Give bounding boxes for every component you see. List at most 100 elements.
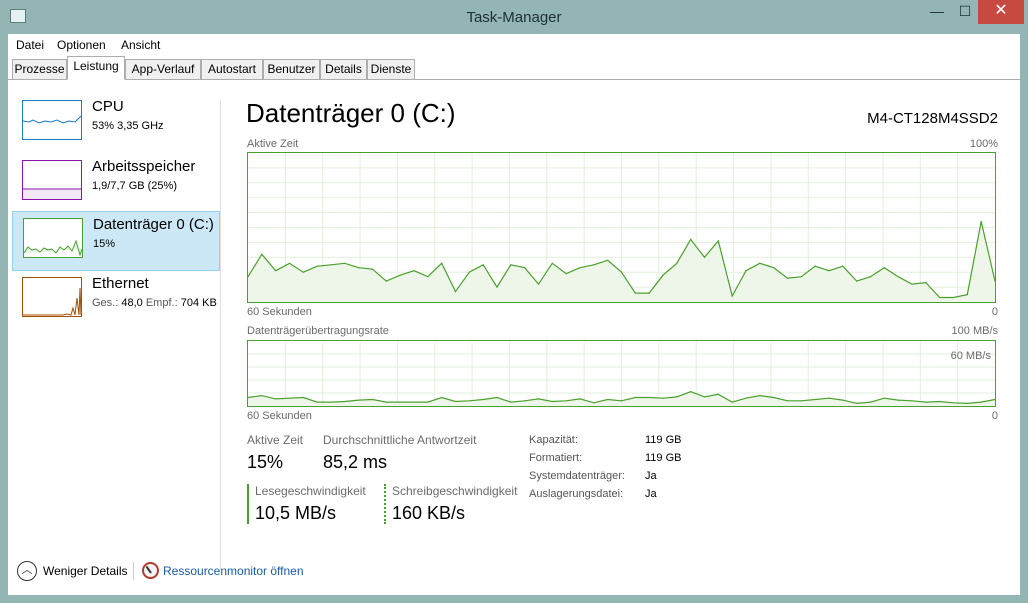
minimize-button[interactable]: — bbox=[920, 0, 954, 24]
response-time-label: Durchschnittliche Antwortzeit bbox=[323, 433, 477, 447]
menu-datei[interactable]: Datei bbox=[16, 38, 44, 52]
data-point-33 bbox=[703, 256, 706, 258]
data-point-20 bbox=[524, 400, 526, 402]
data-point-26 bbox=[607, 259, 609, 261]
data-point-49 bbox=[925, 282, 927, 284]
active-time-chart bbox=[248, 153, 995, 302]
task-manager-window: Task-Manager — ☐ ✕ Datei Optionen Ansich… bbox=[0, 0, 1028, 603]
maximize-button[interactable]: ☐ bbox=[950, 0, 980, 24]
tab-details[interactable]: Details bbox=[320, 59, 367, 79]
menu-ansicht[interactable]: Ansicht bbox=[121, 38, 160, 52]
data-point-34 bbox=[717, 240, 719, 242]
sidebar-item-disk[interactable]: Datenträger 0 (C:) 15% bbox=[12, 211, 220, 271]
data-point-42 bbox=[828, 270, 830, 272]
data-point-21 bbox=[537, 398, 540, 400]
read-speed-value: 10,5 MB/s bbox=[255, 503, 337, 523]
data-point-23 bbox=[565, 400, 567, 402]
tab-app-verlauf[interactable]: App-Verlauf bbox=[125, 59, 201, 79]
data-point-37 bbox=[759, 395, 761, 397]
tab-prozesse[interactable]: Prozesse bbox=[12, 59, 67, 79]
resource-monitor-link[interactable]: Ressourcenmonitor öffnen bbox=[163, 564, 304, 578]
window-title: Task-Manager bbox=[466, 9, 562, 26]
data-point-46 bbox=[883, 267, 885, 269]
memory-thumbnail bbox=[22, 160, 82, 200]
data-point-12 bbox=[413, 401, 415, 403]
write-speed-label: Schreibgeschwindigkeit bbox=[392, 484, 518, 498]
data-point-25 bbox=[593, 264, 595, 266]
data-point-17 bbox=[482, 398, 484, 401]
data-point-19 bbox=[510, 401, 512, 403]
data-point-7 bbox=[344, 400, 346, 403]
capacity-label: Kapazität: bbox=[529, 434, 578, 446]
sidebar-item-cpu[interactable]: CPU 53% 3,35 GHz bbox=[12, 94, 220, 154]
data-point-29 bbox=[648, 292, 650, 294]
data-point-12 bbox=[413, 270, 415, 272]
title-bar[interactable]: Task-Manager — ☐ ✕ bbox=[0, 0, 1028, 34]
menu-optionen[interactable]: Optionen bbox=[57, 38, 106, 52]
received-label: Empf.: bbox=[145, 297, 178, 309]
tab-benutzer[interactable]: Benutzer bbox=[263, 59, 320, 79]
sidebar-item-ethernet[interactable]: Ethernet Ges.: 48,0 Empf.: 704 KB bbox=[12, 271, 220, 331]
data-point-24 bbox=[579, 267, 581, 269]
sidebar-item-value: 15% bbox=[93, 238, 116, 250]
data-point-13 bbox=[427, 276, 429, 278]
read-speed-label: Lesegeschwindigkeit bbox=[255, 484, 366, 498]
data-point-6 bbox=[330, 401, 332, 403]
tab-dienste[interactable]: Dienste bbox=[367, 59, 415, 79]
sent-value: 48,0 bbox=[121, 297, 143, 309]
data-point-15 bbox=[454, 291, 457, 293]
write-speed-value: 160 KB/s bbox=[392, 503, 466, 523]
disk-thumbnail bbox=[23, 218, 83, 258]
tab-leistung[interactable]: Leistung bbox=[67, 56, 125, 80]
sent-label: Ges.: bbox=[92, 297, 119, 309]
write-speed-bar bbox=[384, 484, 386, 524]
data-point-38 bbox=[773, 396, 775, 399]
page-file-value: Ja bbox=[645, 488, 657, 500]
ethernet-thumbnail bbox=[22, 277, 82, 317]
data-point-14 bbox=[441, 262, 443, 264]
sidebar-item-label: CPU bbox=[92, 98, 124, 115]
data-point-16 bbox=[468, 400, 470, 402]
data-point-50 bbox=[939, 296, 941, 299]
tab-autostart[interactable]: Autostart bbox=[201, 59, 263, 79]
data-point-11 bbox=[399, 401, 401, 403]
data-point-30 bbox=[662, 274, 664, 276]
data-point-21 bbox=[537, 283, 540, 285]
page-file-label: Auslagerungsdatei: bbox=[529, 488, 624, 500]
data-point-30 bbox=[662, 397, 664, 399]
data-point-39 bbox=[786, 277, 789, 279]
disk-model: M4-CT128M4SSD2 bbox=[867, 110, 998, 127]
data-point-3 bbox=[288, 262, 291, 264]
footer: ︿ Weniger Details Ressourcenmonitor öffn… bbox=[8, 554, 1020, 594]
data-point-18 bbox=[496, 286, 498, 288]
data-point-44 bbox=[856, 280, 858, 282]
data-point-36 bbox=[745, 270, 747, 272]
received-value: 704 KB bbox=[180, 297, 217, 309]
data-point-8 bbox=[358, 399, 360, 401]
data-point-35 bbox=[731, 401, 733, 403]
memory-thumbnail-graph bbox=[23, 188, 81, 199]
data-point-29 bbox=[648, 396, 650, 399]
data-point-42 bbox=[828, 397, 830, 399]
data-point-43 bbox=[842, 399, 844, 401]
data-point-5 bbox=[316, 401, 318, 403]
sidebar-item-memory[interactable]: Arbeitsspeicher 1,9/7,7 GB (25%) bbox=[12, 154, 220, 214]
data-point-53 bbox=[980, 401, 982, 403]
fewer-details-button[interactable]: Weniger Details bbox=[43, 564, 127, 578]
sidebar-item-value: 1,9/7,7 GB (25%) bbox=[92, 180, 177, 192]
chevron-up-icon[interactable]: ︿ bbox=[17, 561, 37, 581]
capacity-value: 119 GB bbox=[645, 434, 682, 446]
sidebar-item-label: Arbeitsspeicher bbox=[92, 158, 196, 175]
system-disk-value: Ja bbox=[645, 470, 657, 482]
cpu-thumbnail bbox=[22, 100, 82, 140]
formatted-value: 119 GB bbox=[645, 452, 682, 464]
data-point-18 bbox=[496, 396, 498, 399]
close-button[interactable]: ✕ bbox=[978, 0, 1024, 24]
data-point-6 bbox=[330, 264, 332, 266]
data-point-24 bbox=[579, 398, 581, 400]
data-point-17 bbox=[482, 264, 484, 266]
active-time-graph bbox=[247, 152, 996, 303]
data-point-1 bbox=[261, 253, 263, 255]
data-point-15 bbox=[454, 400, 457, 403]
data-point-37 bbox=[759, 262, 761, 264]
